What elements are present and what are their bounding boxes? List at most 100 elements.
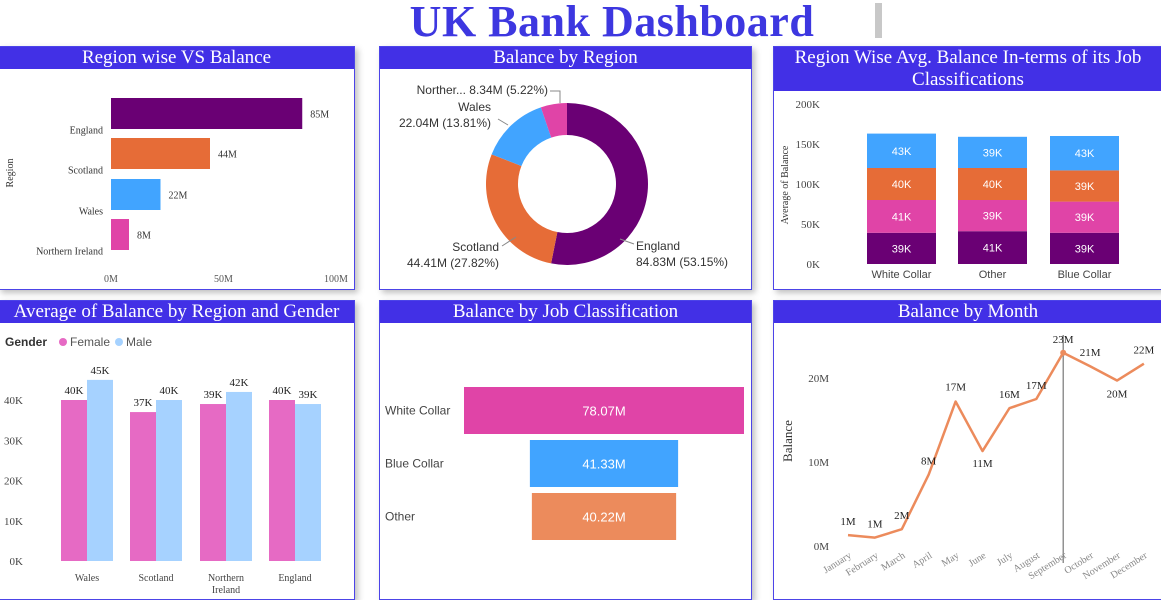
series-line (847, 351, 1145, 539)
segment-label: 39K (1075, 181, 1095, 193)
y-tick-label: 10M (808, 457, 829, 469)
x-tick-label: April (911, 550, 935, 571)
data-label: 42K (230, 377, 249, 389)
x-tick-label: 100M (324, 274, 348, 285)
panel-balance-by-month[interactable]: Balance by Month Balance 0M 10M 20M 1M 1M 2M 8M… (773, 300, 1161, 600)
data-label: 21M (1080, 347, 1101, 359)
slice-name: Wales (458, 100, 491, 114)
balance-by-job-chart: White Collar 78.07M Blue Collar 41.33M Other… (385, 387, 744, 540)
data-label: 16M (999, 389, 1020, 401)
scroll-indicator[interactable] (875, 3, 882, 38)
segment-label: 39K (892, 243, 912, 255)
data-label: 1M (840, 516, 856, 528)
bar (200, 404, 226, 561)
x-tick-label: Ireland (212, 585, 240, 596)
data-label: 45K (91, 365, 110, 377)
category-label: Other (385, 510, 415, 524)
segment-label: 43K (1075, 148, 1095, 160)
x-tick-label: March (879, 550, 907, 573)
x-tick-label: England (278, 573, 311, 584)
data-label: 40.22M (582, 510, 625, 525)
slice-name: Scotland (452, 240, 499, 254)
category-label: White Collar (385, 404, 450, 418)
data-label: 40K (65, 385, 84, 397)
y-tick-label: 10K (4, 516, 23, 528)
x-tick-label: Scotland (139, 573, 174, 584)
segment-label: 43K (892, 146, 912, 158)
bar (130, 412, 156, 561)
data-label: 8M (137, 231, 151, 242)
segment-label: 39K (1075, 212, 1095, 224)
y-tick-label: 0K (10, 556, 24, 568)
data-label: 44M (218, 150, 237, 161)
data-label: 1M (867, 519, 883, 531)
region-avg-balance-job-chart: Average of Balance 0K 50K 100K 150K 200K 39K 41… (780, 99, 1119, 281)
y-axis-label: Average of Balance (780, 145, 791, 224)
balance-by-month-chart: Balance 0M 10M 20M 1M 1M 2M 8M 17M 11M 16M 17M 23M 21… (780, 334, 1155, 582)
x-tick-label: June (967, 550, 989, 569)
bar (269, 400, 295, 561)
segment-label: 41K (983, 243, 1003, 255)
category-label: Scotland (68, 166, 103, 177)
data-label: 39K (204, 389, 223, 401)
y-tick-label: 20K (4, 476, 23, 488)
legend-marker (115, 338, 123, 346)
data-label: 20M (1107, 389, 1128, 401)
category-label: Northern Ireland (36, 247, 103, 258)
category-label: Blue Collar (385, 457, 444, 471)
y-axis-label: Region (5, 159, 16, 188)
legend-label: Male (126, 335, 152, 349)
panel-region-avg-balance-job[interactable]: Region Wise Avg. Balance In-terms of its… (773, 46, 1161, 290)
data-label: 85M (310, 110, 329, 121)
data-label: 22M (1134, 345, 1155, 357)
data-label: 39K (299, 389, 318, 401)
panel-balance-by-region[interactable]: Balance by Region England 84.83M (53.15%)… (379, 46, 752, 290)
data-label: 17M (1026, 380, 1047, 392)
data-label: 40K (160, 385, 179, 397)
y-axis-label: Balance (780, 420, 795, 462)
line-point (1060, 349, 1067, 356)
bar (295, 404, 321, 561)
data-label: 2M (894, 510, 910, 522)
slice-label: Norther... 8.34M (5.22%) (417, 83, 548, 97)
category-label: England (70, 126, 103, 137)
bar (226, 391, 252, 561)
data-label: 8M (921, 456, 937, 468)
data-label: 11M (972, 458, 993, 470)
segment-label: 39K (983, 211, 1003, 223)
x-tick-label: Wales (75, 573, 99, 584)
data-label: 40K (273, 385, 292, 397)
segment-label: 39K (983, 147, 1003, 159)
y-tick-label: 150K (796, 139, 821, 151)
legend-marker (59, 338, 67, 346)
avg-balance-region-gender-chart: Gender Female Male 0K 10K 20K 30K 40K 40K 45K Wale… (4, 335, 321, 596)
x-tick-label: White Collar (872, 269, 932, 281)
x-tick-label: 50M (214, 274, 233, 285)
data-label: 17M (945, 382, 966, 394)
legend-label: Female (70, 335, 110, 349)
bar (156, 400, 182, 561)
x-tick-label: May (940, 550, 961, 569)
y-tick-label: 200K (796, 99, 821, 111)
slice-value: 44.41M (27.82%) (407, 256, 499, 270)
data-label: 41.33M (582, 457, 625, 472)
slice-value: 84.83M (53.15%) (636, 255, 728, 269)
y-tick-label: 50K (801, 219, 820, 231)
panel-balance-by-job[interactable]: Balance by Job Classification White Coll… (379, 300, 752, 600)
balance-by-region-chart: England 84.83M (53.15%) Scotland 44.41M (27… (399, 83, 728, 270)
y-tick-label: 100K (796, 179, 821, 191)
x-tick-label: Other (979, 269, 1007, 281)
dashboard-title: UK Bank Dashboard (409, 0, 815, 46)
bar (87, 379, 113, 561)
leader-line (497, 118, 509, 126)
segment-label: 41K (892, 211, 912, 223)
panel-avg-balance-region-gender[interactable]: Average of Balance by Region and Gender … (0, 300, 355, 600)
y-tick-label: 0K (807, 259, 821, 271)
panel-region-vs-balance[interactable]: Region wise VS Balance Region England 85M S… (0, 46, 355, 290)
bar (111, 98, 303, 129)
x-tick-label: 0M (104, 274, 118, 285)
bar (61, 400, 87, 561)
leader-line (550, 90, 561, 103)
x-tick-label: Blue Collar (1058, 269, 1112, 281)
legend-title: Gender (5, 335, 47, 349)
